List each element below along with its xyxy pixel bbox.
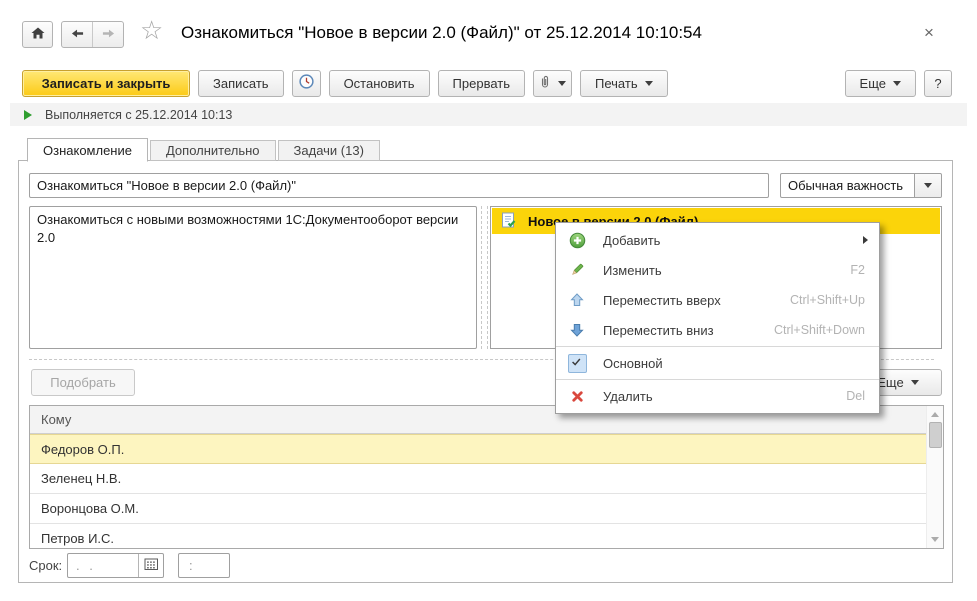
save-and-close-button[interactable]: Записать и закрыть	[22, 70, 190, 97]
move-down-icon	[567, 320, 587, 340]
main-toolbar: Записать и закрыть Записать Остановить П…	[0, 69, 977, 97]
execution-status-bar: Выполняется с 25.12.2014 10:13	[10, 103, 967, 126]
add-icon	[567, 230, 587, 250]
menu-item-label: Добавить	[603, 233, 660, 248]
task-form-window: ☆ Ознакомиться "Новое в версии 2.0 (Файл…	[0, 0, 977, 601]
table-row[interactable]: Федоров О.П.	[30, 434, 943, 464]
chevron-down-icon	[893, 81, 901, 86]
file-document-icon	[492, 212, 516, 231]
home-icon	[30, 26, 46, 43]
time-mask-value: :	[179, 558, 193, 573]
more-button[interactable]: Еще	[845, 70, 916, 97]
table-more-label: Еще	[877, 375, 903, 390]
recipient-name: Воронцова О.М.	[41, 501, 139, 516]
description-textarea[interactable]: Ознакомиться с новыми возможностями 1С:Д…	[29, 206, 477, 349]
tab-strip: Ознакомление Дополнительно Задачи (13)	[27, 138, 382, 161]
save-button[interactable]: Записать	[198, 70, 284, 97]
deadline-time-input[interactable]: :	[178, 553, 230, 578]
recipient-name: Петров И.С.	[41, 531, 114, 546]
menu-item-move-up[interactable]: Переместить вверх Ctrl+Shift+Up	[556, 285, 879, 315]
table-scrollbar[interactable]	[926, 406, 943, 548]
scroll-up-icon[interactable]	[931, 412, 939, 417]
back-button[interactable]	[62, 22, 93, 47]
menu-item-label: Основной	[603, 356, 663, 371]
favorite-star-icon[interactable]: ☆	[140, 17, 163, 43]
stop-button[interactable]: Остановить	[329, 70, 430, 97]
menu-item-label: Изменить	[603, 263, 662, 278]
chevron-down-icon	[558, 81, 566, 86]
calendar-picker-button[interactable]	[138, 554, 163, 577]
menu-shortcut: Ctrl+Shift+Down	[774, 323, 865, 337]
home-button[interactable]	[22, 21, 53, 48]
menu-item-label: Переместить вниз	[603, 323, 714, 338]
vertical-splitter[interactable]	[481, 206, 488, 349]
table-row[interactable]: Зеленец Н.В.	[30, 464, 943, 494]
scrollbar-thumb[interactable]	[929, 422, 942, 448]
importance-value: Обычная важность	[781, 178, 914, 193]
scroll-down-icon[interactable]	[931, 537, 939, 542]
forward-button[interactable]	[93, 22, 123, 47]
chevron-down-icon	[911, 380, 919, 385]
tab-dopolnitelno[interactable]: Дополнительно	[150, 140, 276, 161]
recipient-name: Зеленец Н.В.	[41, 471, 121, 486]
menu-item-label: Удалить	[603, 389, 653, 404]
context-menu: Добавить Изменить F2 Переместить	[555, 222, 880, 414]
back-arrow-icon	[70, 27, 85, 43]
more-label: Еще	[860, 76, 886, 91]
attachments-menu-button[interactable]	[533, 70, 572, 97]
close-icon[interactable]: ×	[924, 24, 934, 41]
deadline-date-input[interactable]: . .	[67, 553, 164, 578]
menu-item-add[interactable]: Добавить	[556, 225, 879, 255]
recipient-name: Федоров О.П.	[41, 442, 124, 457]
subject-input[interactable]	[29, 173, 769, 198]
column-header-komu: Кому	[41, 412, 71, 427]
menu-item-label: Переместить вверх	[603, 293, 721, 308]
tab-zadachi[interactable]: Задачи (13)	[278, 140, 380, 161]
deadline-label: Срок:	[29, 558, 62, 573]
table-row[interactable]: Воронцова О.М.	[30, 494, 943, 524]
calendar-icon	[144, 558, 159, 574]
tab-oznakomlenie[interactable]: Ознакомление	[27, 138, 148, 162]
history-nav	[61, 21, 124, 48]
chevron-down-icon	[645, 81, 653, 86]
menu-shortcut: Ctrl+Shift+Up	[790, 293, 865, 307]
running-play-icon	[24, 110, 32, 120]
importance-dropdown-button[interactable]	[914, 174, 941, 197]
menu-item-move-down[interactable]: Переместить вниз Ctrl+Shift+Down	[556, 315, 879, 345]
titlebar: ☆ Ознакомиться "Новое в версии 2.0 (Файл…	[0, 0, 977, 40]
submenu-arrow-icon	[863, 236, 868, 244]
window-title: Ознакомиться "Новое в версии 2.0 (Файл)"…	[181, 23, 702, 43]
menu-shortcut: F2	[850, 263, 865, 277]
menu-shortcut: Del	[846, 389, 865, 403]
delete-icon	[567, 386, 587, 406]
clock-icon	[298, 73, 315, 93]
importance-select[interactable]: Обычная важность	[780, 173, 942, 198]
print-label: Печать	[595, 76, 638, 91]
status-text: Выполняется с 25.12.2014 10:13	[45, 108, 232, 122]
forward-arrow-icon	[101, 27, 116, 43]
print-button[interactable]: Печать	[580, 70, 668, 97]
recipients-table: Кому Федоров О.П. Зеленец Н.В. Воронцова…	[29, 405, 944, 549]
paperclip-icon	[539, 74, 551, 93]
pick-recipients-button[interactable]: Подобрать	[31, 369, 135, 396]
help-button[interactable]: ?	[924, 70, 952, 97]
menu-separator	[556, 379, 879, 380]
move-up-icon	[567, 290, 587, 310]
chevron-down-icon	[924, 183, 932, 188]
timekeeping-button[interactable]	[292, 70, 321, 97]
menu-separator	[556, 346, 879, 347]
menu-item-main-toggle[interactable]: Основной	[556, 348, 879, 378]
interrupt-button[interactable]: Прервать	[438, 70, 525, 97]
edit-icon	[567, 260, 587, 280]
table-row[interactable]: Петров И.С.	[30, 524, 943, 549]
date-mask-value: . .	[68, 558, 138, 573]
menu-item-delete[interactable]: Удалить Del	[556, 381, 879, 411]
checkmark-icon	[567, 353, 587, 373]
menu-item-edit[interactable]: Изменить F2	[556, 255, 879, 285]
